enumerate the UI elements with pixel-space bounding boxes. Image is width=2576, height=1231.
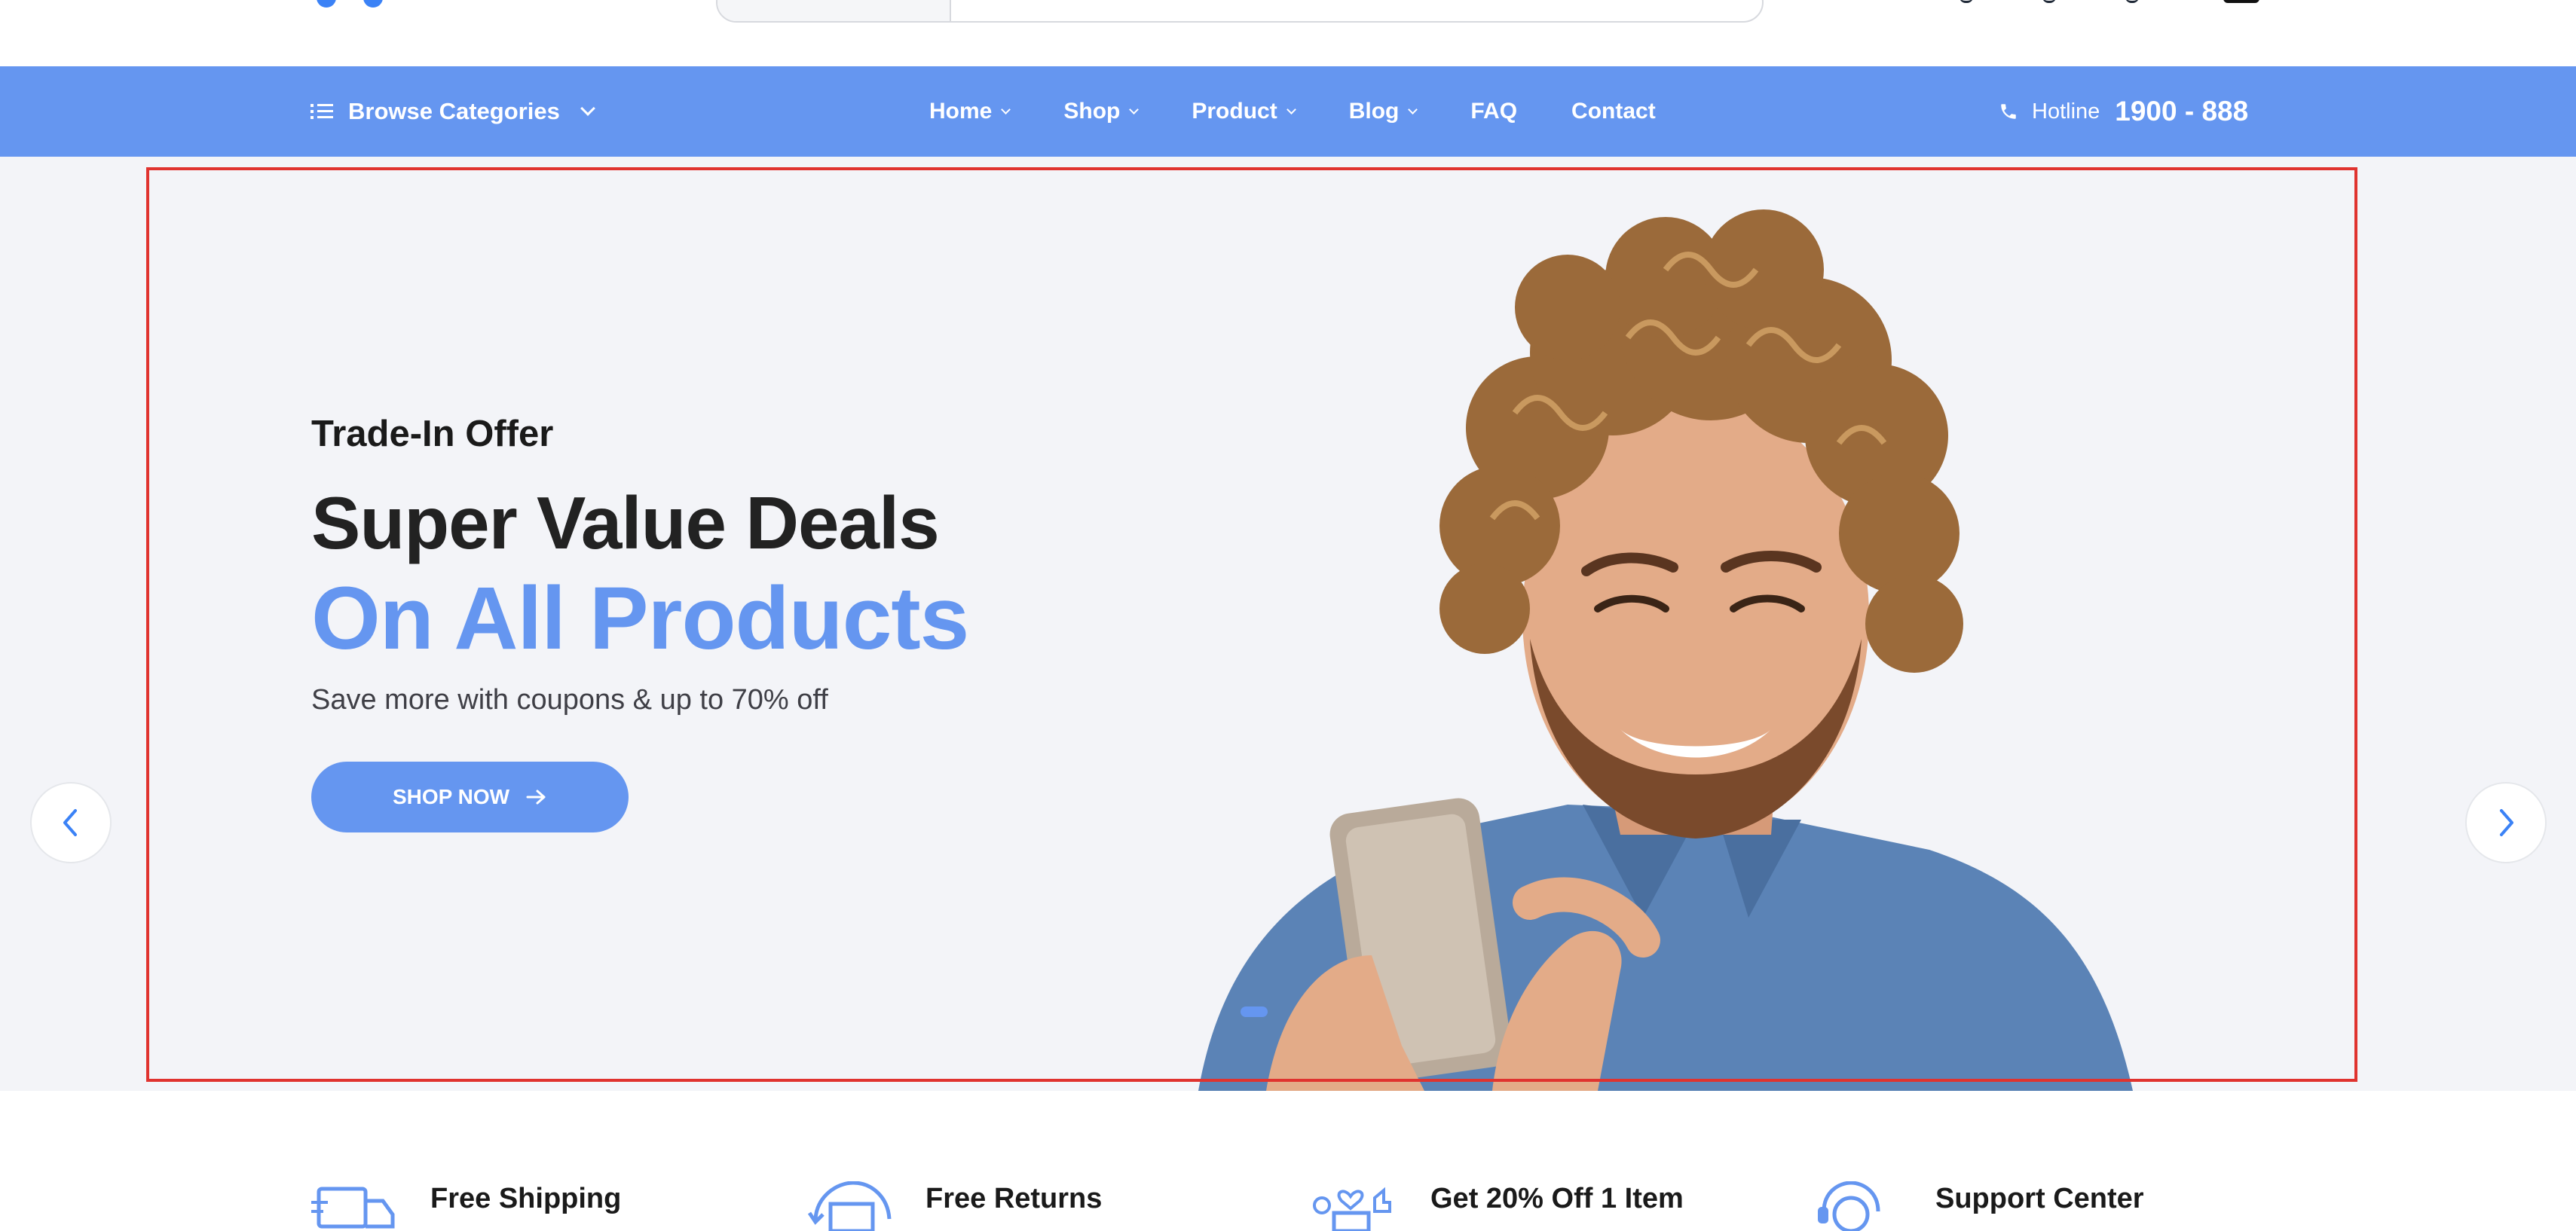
shop-now-label: SHOP NOW: [392, 785, 510, 808]
chevron-left-icon: [63, 809, 77, 836]
nav-item-label: Shop: [1063, 99, 1121, 124]
browse-categories-label: Browse Categories: [348, 98, 560, 124]
nav-links: Home Shop Product Blog FAQ Contact: [929, 66, 1710, 157]
feature-title: Support Center: [1935, 1183, 2144, 1214]
hero-headline: Super Value Deals: [311, 481, 940, 564]
feature-discount: Get 20% Off 1 Item: [1311, 1181, 1684, 1231]
feature-title: Get 20% Off 1 Item: [1430, 1183, 1684, 1214]
search-bar[interactable]: [716, 0, 1764, 23]
main-navbar: Browse Categories Home Shop Product Blog…: [0, 66, 2576, 157]
feature-free-returns: Free Returns: [806, 1181, 1102, 1231]
nav-item-contact[interactable]: Contact: [1571, 99, 1656, 124]
feature-support: Support Center: [1816, 1181, 2144, 1231]
compare-icon[interactable]: [1960, 0, 1973, 3]
top-header: [0, 0, 2576, 66]
feature-title: Free Shipping: [430, 1183, 622, 1214]
nav-item-label: FAQ: [1470, 99, 1518, 124]
nav-item-label: Product: [1192, 99, 1277, 124]
logo-icon[interactable]: [317, 0, 407, 11]
chevron-right-icon: [2500, 809, 2513, 836]
nav-item-shop[interactable]: Shop: [1063, 99, 1140, 124]
nav-item-product[interactable]: Product: [1192, 99, 1296, 124]
slider-next-button[interactable]: [2465, 782, 2547, 863]
support-agent-icon: [1818, 1181, 1880, 1231]
hotline-label: Hotline: [2032, 99, 2100, 124]
nav-item-label: Contact: [1571, 99, 1656, 124]
hero-subline: Save more with coupons & up to 70% off: [311, 684, 828, 716]
nav-item-faq[interactable]: FAQ: [1470, 99, 1517, 124]
hero-model-image: [1198, 209, 2133, 1091]
arrow-right-icon: [526, 790, 546, 805]
slider-prev-button[interactable]: [30, 782, 112, 863]
nav-item-label: Blog: [1348, 99, 1400, 124]
header-actions: [1960, 0, 2276, 8]
hero-slider: Trade-In Offer Super Value Deals On All …: [0, 157, 2576, 1091]
feature-title: Free Returns: [925, 1183, 1103, 1214]
slider-dot-active[interactable]: [1241, 1006, 1268, 1017]
chevron-down-icon: [1408, 104, 1418, 115]
slider-pagination: [1241, 1006, 1268, 1017]
features-row: Free Shipping Free Returns Get 20% Off 1…: [0, 1091, 2576, 1231]
nav-item-blog[interactable]: Blog: [1348, 99, 1418, 124]
hero-headline-accent: On All Products: [311, 569, 969, 668]
returns-box-icon: [807, 1181, 892, 1231]
hotline[interactable]: Hotline 1900 - 888: [1999, 66, 2248, 157]
feature-free-shipping: Free Shipping: [311, 1181, 621, 1231]
account-icon[interactable]: [2125, 0, 2139, 3]
wishlist-icon[interactable]: [2042, 0, 2056, 3]
chevron-down-icon: [1001, 104, 1011, 115]
list-icon: [311, 102, 333, 121]
hero-kicker: Trade-In Offer: [311, 414, 554, 454]
truck-icon: [311, 1187, 395, 1229]
hotline-number[interactable]: 1900 - 888: [2115, 96, 2248, 127]
nav-item-label: Home: [929, 99, 993, 124]
chevron-down-icon: [580, 101, 595, 116]
chevron-down-icon: [1286, 104, 1296, 115]
cart-icon[interactable]: [2223, 0, 2259, 3]
search-category-select[interactable]: [717, 0, 951, 21]
shop-now-button[interactable]: SHOP NOW: [311, 762, 629, 832]
chevron-down-icon: [1129, 104, 1140, 115]
browse-categories-button[interactable]: Browse Categories: [311, 66, 595, 157]
gift-discount-icon: [1313, 1187, 1391, 1231]
nav-item-home[interactable]: Home: [929, 99, 1011, 124]
phone-icon: [2001, 104, 2016, 119]
